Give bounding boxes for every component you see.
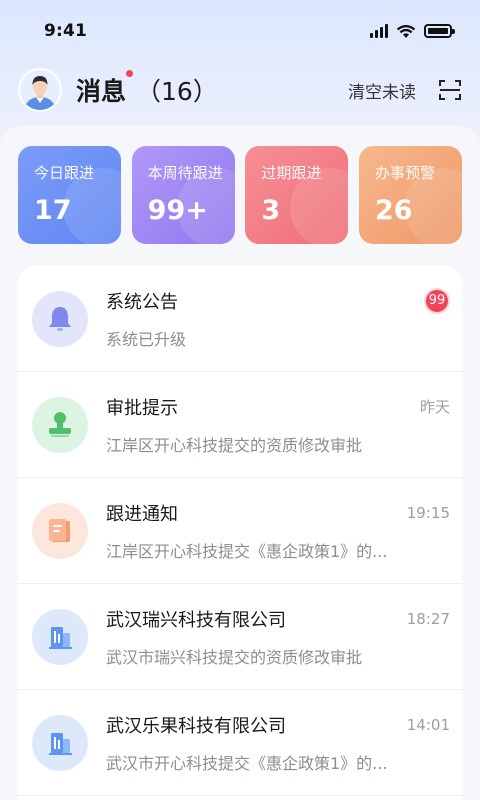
page-header: 消息 （16） 清空未读: [0, 62, 480, 118]
message-title: 系统公告: [106, 291, 178, 313]
message-time: 昨天: [419, 398, 450, 416]
message-time: 18:27: [406, 609, 450, 628]
wifi-icon: [396, 24, 416, 38]
message-preview: 系统已升级: [106, 329, 187, 349]
unread-badge: 99: [424, 287, 450, 314]
stat-label: 今日跟进: [34, 164, 95, 182]
message-title: 武汉乐果科技有限公司: [106, 715, 286, 737]
message-preview: 江岸区开心科技提交《惠企政策1》的...: [106, 541, 388, 561]
message-time: 14:01: [406, 715, 450, 734]
status-time: 9:41: [44, 21, 88, 41]
list-item[interactable]: 审批提示 昨天 江岸区开心科技提交的资质修改审批: [18, 372, 462, 478]
message-preview: 武汉市瑞兴科技提交的资质修改审批: [106, 647, 363, 667]
content-panel: 今日跟进 17 本周待跟进 99+ 过期跟进 3 办事预警 26 系统公告 99…: [0, 126, 480, 800]
message-screen: 9:41 消息 （16） 清空未读 今日跟进 17 本周待跟进 99+ 过期跟进…: [0, 0, 480, 800]
stat-value: 26: [374, 195, 413, 226]
unread-dot: [126, 70, 134, 77]
message-title: 跟进通知: [106, 503, 178, 525]
stat-label: 本周待跟进: [147, 164, 223, 182]
stat-label: 过期跟进: [261, 164, 322, 182]
stat-value: 17: [34, 195, 72, 226]
stat-card-overdue[interactable]: 过期跟进 3: [245, 146, 349, 244]
battery-icon: [424, 24, 455, 38]
building-icon: [32, 608, 88, 665]
list-item[interactable]: 武汉瑞兴科技有限公司 18:27 武汉市瑞兴科技提交的资质修改审批: [18, 584, 462, 690]
stat-card-today[interactable]: 今日跟进 17: [18, 146, 121, 244]
list-item[interactable]: 系统公告 99 系统已升级: [18, 266, 462, 372]
system-icons: [370, 24, 455, 39]
list-item[interactable]: 跟进通知 19:15 江岸区开心科技提交《惠企政策1》的...: [18, 478, 462, 584]
clear-unread-button[interactable]: 清空未读: [348, 78, 416, 103]
scan-icon[interactable]: [438, 78, 462, 102]
message-preview: 武汉市开心科技提交《惠企政策1》的...: [106, 753, 388, 773]
building-icon: [32, 714, 88, 771]
stat-card-week[interactable]: 本周待跟进 99+: [131, 146, 235, 244]
status-bar: 9:41: [0, 0, 480, 62]
stats-row: 今日跟进 17 本周待跟进 99+ 过期跟进 3 办事预警 26: [0, 126, 480, 244]
avatar[interactable]: [18, 68, 62, 112]
stat-card-warning[interactable]: 办事预警 26: [358, 146, 462, 244]
list-item[interactable]: 武汉乐果科技有限公司 14:01 武汉市开心科技提交《惠企政策1》的...: [18, 690, 462, 796]
stat-label: 办事预警: [374, 164, 435, 182]
stamp-icon: [32, 396, 88, 453]
page-title: 消息: [76, 70, 134, 108]
bell-icon: [32, 290, 88, 347]
stat-value: 99+: [147, 195, 208, 226]
message-title: 武汉瑞兴科技有限公司: [106, 609, 286, 631]
unread-count: （16）: [136, 77, 218, 106]
page-title-text: 消息: [76, 77, 127, 106]
message-preview: 江岸区开心科技提交的资质修改审批: [106, 435, 363, 455]
stat-value: 3: [261, 195, 281, 226]
signal-icon: [370, 24, 388, 38]
message-time: 19:15: [406, 503, 450, 522]
message-title: 审批提示: [106, 397, 178, 419]
message-list: 系统公告 99 系统已升级 审批提示 昨天 江岸区开心科技提交的资质修改审批 跟…: [18, 266, 462, 800]
document-icon: [32, 502, 88, 559]
